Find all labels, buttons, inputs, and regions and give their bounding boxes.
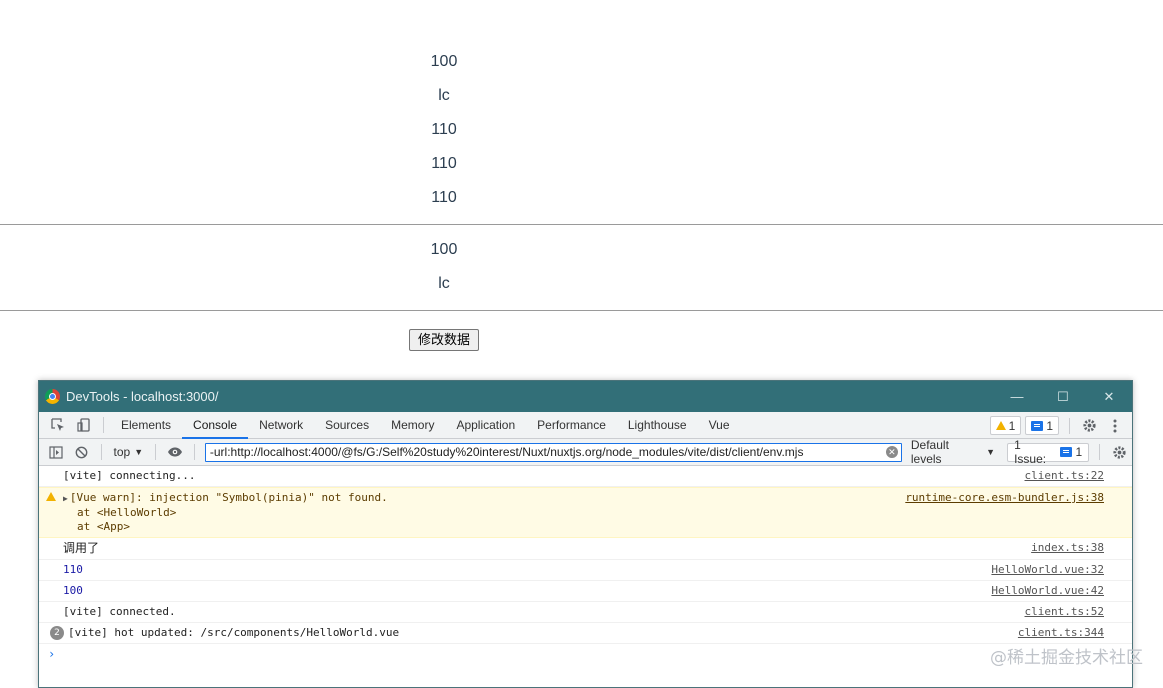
issue-icon <box>1059 447 1072 457</box>
console-settings-gear-icon[interactable] <box>1106 439 1132 466</box>
window-controls: — ☐ ✕ <box>994 381 1132 412</box>
maximize-icon[interactable]: ☐ <box>1040 381 1086 412</box>
tab-lighthouse[interactable]: Lighthouse <box>617 412 698 439</box>
warnings-count: 1 <box>1008 418 1016 433</box>
issues-button[interactable]: 1 Issue: 1 <box>1007 438 1090 466</box>
devtools-tabbar: Elements Console Network Sources Memory … <box>39 412 1132 439</box>
tab-application[interactable]: Application <box>445 412 526 439</box>
messages-counter[interactable]: 1 <box>1025 416 1059 435</box>
watermark: @稀土掘金技术社区 <box>990 648 1143 668</box>
eye-icon[interactable] <box>162 439 188 466</box>
console-prompt[interactable]: › <box>39 644 1132 661</box>
console-message: 调用了 <box>63 541 100 555</box>
issues-label: 1 Issue: <box>1014 438 1047 466</box>
clear-filter-icon[interactable]: ✕ <box>885 445 898 458</box>
warning-icon <box>995 421 1006 430</box>
source-link[interactable]: client.ts:22 <box>1025 469 1104 483</box>
toolbar-separator <box>193 444 195 460</box>
console-message: [vite] connected. <box>63 605 176 618</box>
toolbar-separator <box>100 444 102 460</box>
console-row: [vite] connected. client.ts:52 <box>39 602 1132 623</box>
toolbar-separator <box>103 417 104 433</box>
divider <box>0 224 1163 225</box>
source-link[interactable]: runtime-core.esm-bundler.js:38 <box>905 491 1104 505</box>
repeat-count-badge: 2 <box>50 626 64 640</box>
chrome-logo-icon <box>45 389 60 404</box>
console-message: [Vue warn]: injection "Symbol(pinia)" no… <box>69 491 388 504</box>
issues-count: 1 <box>1075 445 1083 459</box>
devtools-window: DevTools - localhost:3000/ — ☐ ✕ Element… <box>38 380 1133 688</box>
console-toolbar: top ▼ -url:http://localhost:4000/@fs/G:/… <box>39 438 1132 466</box>
sidebar-toggle-icon[interactable] <box>43 439 69 466</box>
source-link[interactable]: index.ts:38 <box>1031 541 1104 555</box>
console-output: [vite] connecting... client.ts:22 ▶ [Vue … <box>39 466 1132 661</box>
console-row: 110 HelloWorld.vue:32 <box>39 560 1132 581</box>
message-icon <box>1031 420 1044 431</box>
settings-gear-icon[interactable] <box>1076 412 1102 439</box>
expand-triangle-icon[interactable]: ▶ <box>63 494 68 503</box>
modify-data-button[interactable]: 修改数据 <box>409 329 479 351</box>
toolbar-separator <box>1069 417 1070 434</box>
console-message: [vite] connecting... <box>63 469 196 482</box>
console-row: 调用了 index.ts:38 <box>39 538 1132 560</box>
source-link[interactable]: HelloWorld.vue:32 <box>991 563 1104 577</box>
console-number: 110 <box>63 563 83 576</box>
value-text: 100 <box>430 53 458 70</box>
value-text: 100 <box>430 241 458 258</box>
source-link[interactable]: HelloWorld.vue:42 <box>991 584 1104 598</box>
tabbar-right-group: 1 1 <box>989 412 1132 439</box>
stack-line: at <App> <box>77 520 130 533</box>
tab-memory[interactable]: Memory <box>380 412 445 439</box>
filter-value: -url:http://localhost:4000/@fs/G:/Self%2… <box>209 444 804 459</box>
console-row: 100 HelloWorld.vue:42 <box>39 581 1132 602</box>
inspect-element-icon[interactable] <box>45 412 71 439</box>
warnings-counter[interactable]: 1 <box>989 416 1022 435</box>
log-levels-dropdown[interactable]: Default levels ▼ <box>911 438 995 466</box>
value-text: 110 <box>431 189 457 206</box>
chevron-down-icon: ▼ <box>134 447 144 457</box>
devtools-titlebar: DevTools - localhost:3000/ — ☐ ✕ <box>39 381 1132 412</box>
toolbar-separator <box>155 444 157 460</box>
minimize-icon[interactable]: — <box>994 381 1040 412</box>
value-text: lc <box>438 275 450 292</box>
tab-console[interactable]: Console <box>182 412 249 439</box>
tab-elements[interactable]: Elements <box>110 412 182 439</box>
console-row: [vite] connecting... client.ts:22 <box>39 466 1132 487</box>
tab-sources[interactable]: Sources <box>314 412 380 439</box>
source-link[interactable]: client.ts:344 <box>1018 626 1104 640</box>
warning-icon <box>46 492 56 501</box>
console-number: 100 <box>63 584 83 597</box>
console-row: 2 [vite] hot updated: /src/components/He… <box>39 623 1132 644</box>
context-selector[interactable]: top ▼ <box>108 445 150 459</box>
console-filter-input[interactable]: -url:http://localhost:4000/@fs/G:/Self%2… <box>204 442 902 462</box>
source-link[interactable]: client.ts:52 <box>1025 605 1104 619</box>
console-message: [vite] hot updated: /src/components/Hell… <box>68 626 400 639</box>
device-toggle-icon[interactable] <box>71 412 97 439</box>
context-label: top <box>113 445 131 459</box>
tab-vue[interactable]: Vue <box>698 412 741 439</box>
more-options-icon[interactable] <box>1102 412 1128 439</box>
divider <box>0 310 1163 311</box>
window-title: DevTools - localhost:3000/ <box>66 389 219 404</box>
close-icon[interactable]: ✕ <box>1086 381 1132 412</box>
clear-console-icon[interactable] <box>69 439 95 466</box>
tab-network[interactable]: Network <box>248 412 314 439</box>
value-text: lc <box>438 87 450 104</box>
console-warning-row: ▶ [Vue warn]: injection "Symbol(pinia)" n… <box>39 487 1132 538</box>
chevron-down-icon: ▼ <box>986 447 996 457</box>
log-levels-label: Default levels <box>910 438 949 466</box>
stack-line: at <HelloWorld> <box>77 506 177 519</box>
messages-count: 1 <box>1046 418 1053 433</box>
value-text: 110 <box>431 121 457 138</box>
tab-performance[interactable]: Performance <box>526 412 617 439</box>
toolbar-separator <box>1099 444 1101 460</box>
value-text: 110 <box>431 155 457 172</box>
